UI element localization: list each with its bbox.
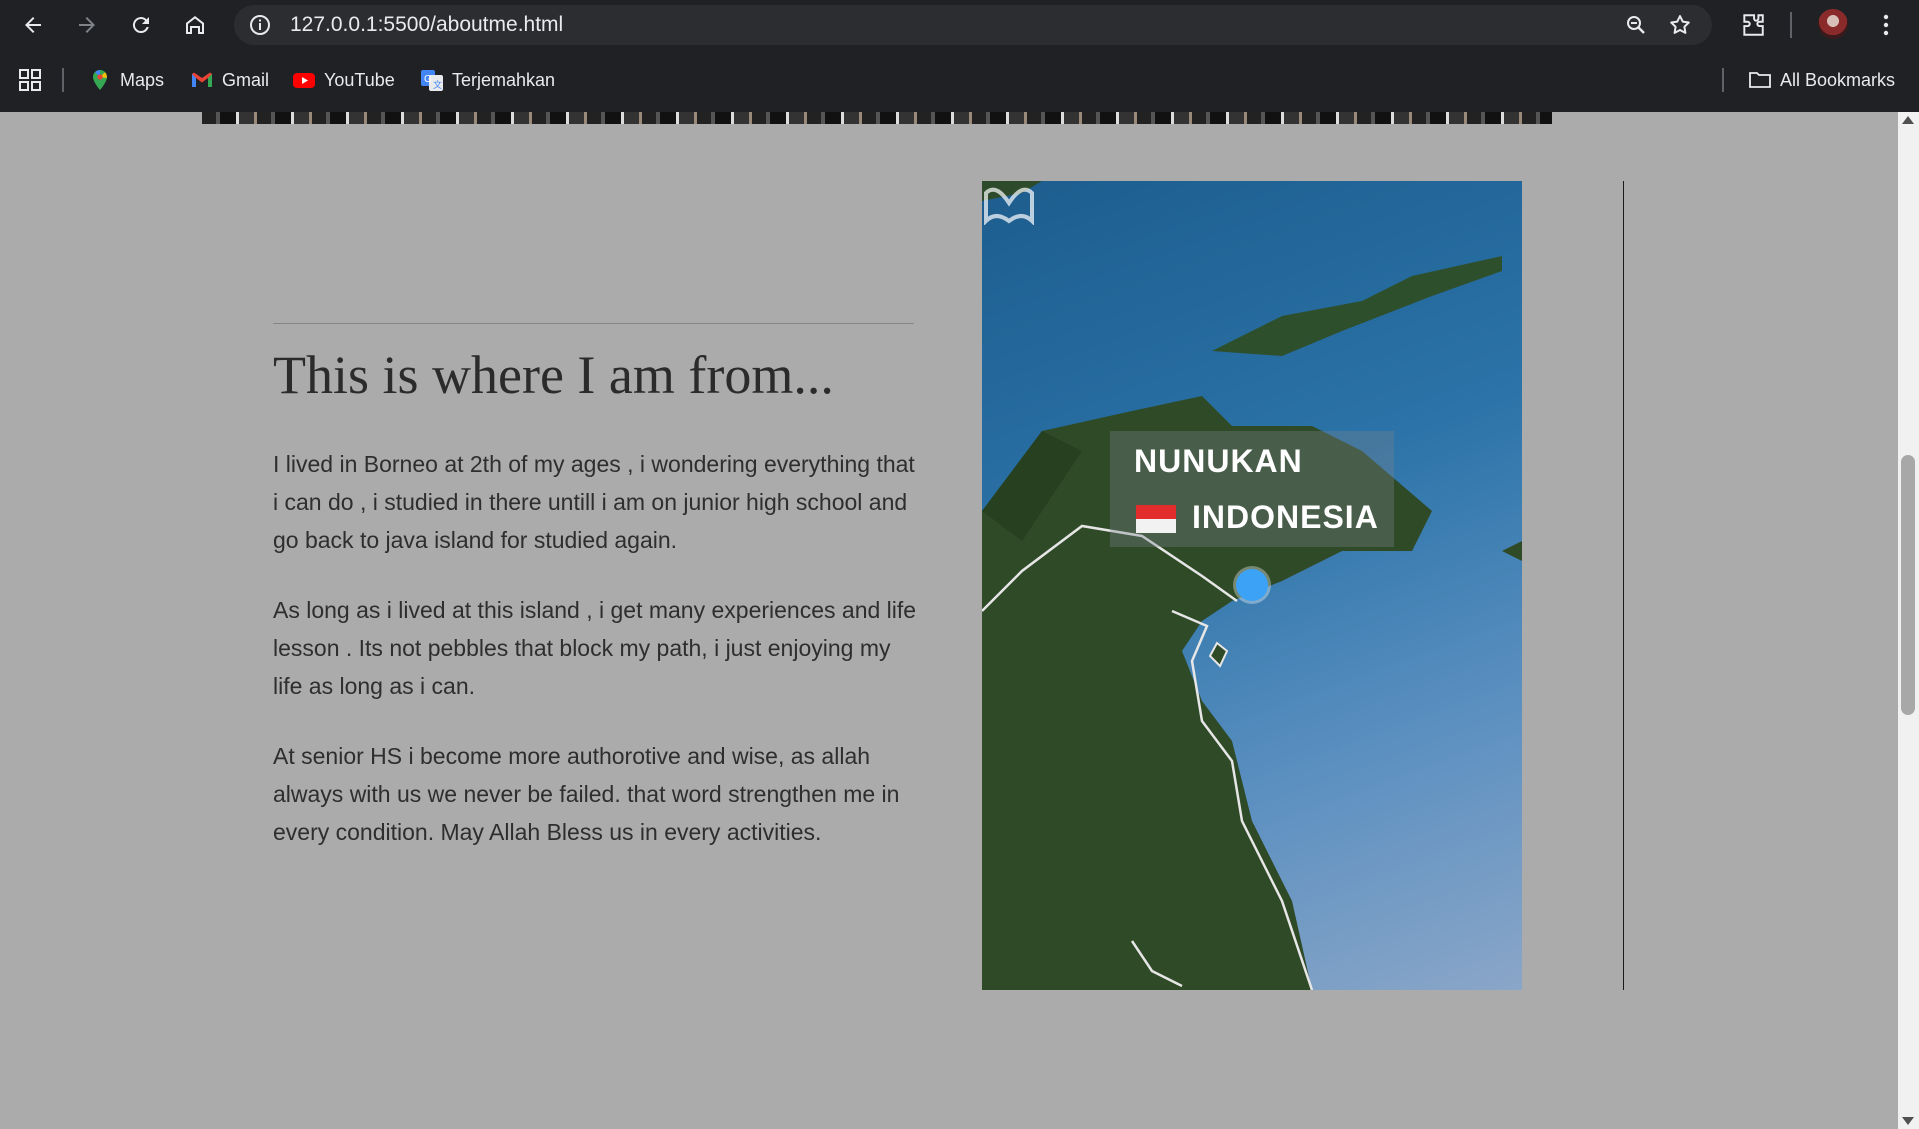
folder-icon [1749, 72, 1771, 88]
bookmark-youtube[interactable]: YouTube [292, 66, 395, 94]
bookmarks-divider [62, 68, 64, 92]
all-bookmarks-button[interactable]: All Bookmarks [1748, 66, 1895, 94]
location-map-image: NUNUKAN INDONESIA [982, 181, 1522, 990]
bookmarks-bar: Maps Gmail YouTube G文 Terjemahkan All Bo… [0, 50, 1919, 113]
arrow-left-icon [25, 17, 41, 33]
bookmark-label: Maps [120, 69, 165, 90]
bookmark-label: Gmail [222, 69, 270, 90]
header-image-strip [202, 112, 1552, 124]
map-city-label: NUNUKAN [1134, 443, 1303, 479]
bookmarks-divider [1722, 68, 1724, 92]
location-pin-icon [1236, 569, 1268, 601]
bookmark-maps[interactable]: Maps [88, 66, 164, 94]
reload-button[interactable] [126, 10, 156, 40]
indonesia-flag-icon [1136, 505, 1176, 533]
bookmark-translate[interactable]: G文 Terjemahkan [420, 66, 555, 94]
apps-grid-icon [19, 69, 41, 91]
map-country-label: INDONESIA [1192, 499, 1379, 535]
scroll-down-arrow-icon[interactable] [1902, 1117, 1914, 1125]
scrollbar-thumb[interactable] [1901, 455, 1915, 715]
maps-icon [93, 70, 107, 90]
youtube-icon [293, 73, 315, 88]
bookmark-label: Terjemahkan [452, 69, 556, 90]
paragraph: As long as i lived at this island , i ge… [273, 597, 917, 699]
scroll-up-arrow-icon[interactable] [1902, 116, 1914, 124]
profile-avatar[interactable] [1818, 9, 1848, 39]
back-button[interactable] [18, 10, 48, 40]
toolbar-divider [1790, 12, 1792, 38]
page-viewport: This is where I am from... I lived in Bo… [0, 112, 1898, 1129]
paragraph: I lived in Borneo at 2th of my ages , i … [273, 451, 915, 553]
extensions-icon[interactable] [1740, 12, 1766, 38]
watermark-logo-icon [984, 187, 1034, 225]
apps-button[interactable] [18, 66, 50, 94]
bookmark-star-icon[interactable] [1668, 13, 1692, 37]
all-bookmarks-label: All Bookmarks [1780, 69, 1896, 90]
browser-toolbar: 127.0.0.1:5500/aboutme.html [0, 0, 1919, 50]
home-icon [186, 16, 204, 34]
home-button[interactable] [180, 10, 210, 40]
bookmark-label: YouTube [324, 69, 395, 90]
svg-text:G: G [424, 74, 432, 85]
arrow-right-icon [79, 17, 95, 33]
vertical-divider [1623, 181, 1624, 990]
gmail-icon [192, 72, 212, 87]
zoom-icon[interactable] [1624, 13, 1648, 37]
reload-icon [132, 17, 149, 34]
forward-button[interactable] [72, 10, 102, 40]
translate-icon: G文 [421, 70, 443, 91]
paragraph: At senior HS i become more authorotive a… [273, 743, 900, 845]
bookmark-gmail[interactable]: Gmail [190, 66, 269, 94]
svg-text:文: 文 [433, 79, 442, 90]
site-info-icon[interactable] [248, 13, 272, 37]
url-text[interactable]: 127.0.0.1:5500/aboutme.html [290, 14, 563, 36]
section-heading: This is where I am from... [273, 345, 834, 405]
page-scrollbar[interactable] [1898, 112, 1919, 1129]
section-divider [273, 323, 914, 324]
address-bar[interactable]: 127.0.0.1:5500/aboutme.html [234, 5, 1712, 45]
more-menu-icon[interactable] [1874, 12, 1898, 38]
